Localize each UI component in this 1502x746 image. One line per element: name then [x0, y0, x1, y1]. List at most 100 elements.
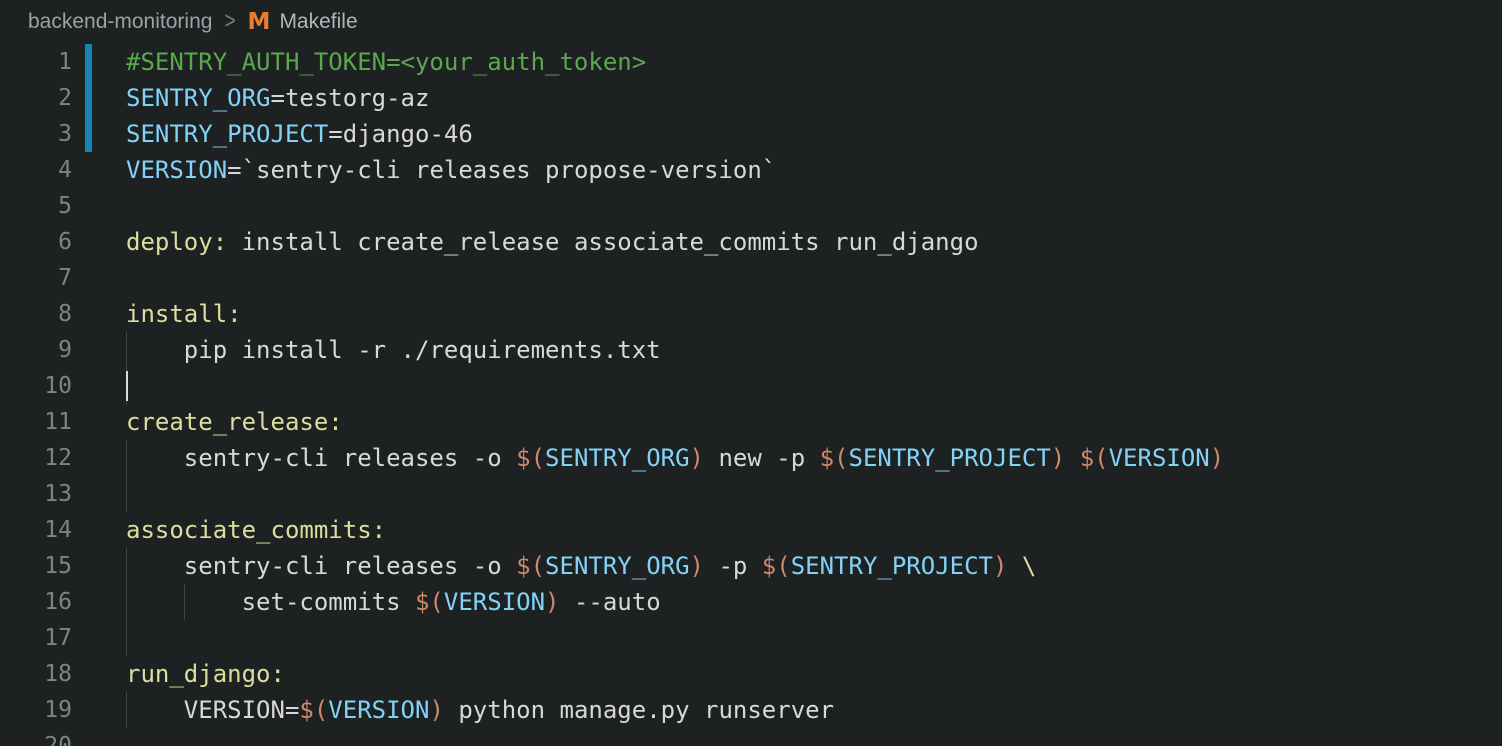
code-line-text[interactable]: SENTRY_ORG=testorg-az: [126, 80, 429, 116]
makefile-icon: M: [248, 9, 271, 35]
line-number[interactable]: 9: [0, 332, 72, 368]
editor-line-11: 11 create_release:: [0, 404, 1502, 440]
line-number[interactable]: 2: [0, 80, 72, 116]
token-variable: SENTRY_ORG: [126, 84, 271, 112]
breadcrumb-folder[interactable]: backend-monitoring: [28, 10, 212, 34]
line-number[interactable]: 17: [0, 620, 72, 656]
text-cursor: [126, 371, 128, 401]
indent-guide: [126, 620, 127, 656]
code-line-text[interactable]: deploy: install create_release associate…: [126, 224, 979, 260]
line-number[interactable]: 1: [0, 44, 72, 80]
editor-line-16: 16 set-commits $(VERSION) --auto: [0, 584, 1502, 620]
token-text: new -p: [704, 444, 820, 472]
token-text: =django-46: [328, 120, 473, 148]
line-number[interactable]: 11: [0, 404, 72, 440]
token-text: sentry-cli releases -o: [126, 552, 516, 580]
token-variable: VERSION: [1109, 444, 1210, 472]
token-text: pip install -r ./requirements.txt: [126, 336, 661, 364]
code-line-text[interactable]: SENTRY_PROJECT=django-46: [126, 116, 473, 152]
token-punct: $(: [1080, 444, 1109, 472]
token-variable: SENTRY_PROJECT: [126, 120, 328, 148]
token-text: =testorg-az: [271, 84, 430, 112]
editor-line-17: 17: [0, 620, 1502, 656]
line-number[interactable]: 14: [0, 512, 72, 548]
token-punct: $(: [516, 444, 545, 472]
token-variable: VERSION: [444, 588, 545, 616]
editor-line-12: 12 sentry-cli releases -o $(SENTRY_ORG) …: [0, 440, 1502, 476]
line-number[interactable]: 15: [0, 548, 72, 584]
editor-line-2: 2 SENTRY_ORG=testorg-az: [0, 80, 1502, 116]
code-line-text[interactable]: VERSION=`sentry-cli releases propose-ver…: [126, 152, 776, 188]
editor-line-4: 4 VERSION=`sentry-cli releases propose-ve…: [0, 152, 1502, 188]
token-text: [1065, 444, 1079, 472]
code-line-text[interactable]: VERSION=$(VERSION) python manage.py runs…: [126, 692, 834, 728]
editor-line-7: 7: [0, 260, 1502, 296]
line-number[interactable]: 20: [0, 728, 72, 746]
token-punct: $(: [762, 552, 791, 580]
token-punct: ): [690, 552, 704, 580]
code-line-text[interactable]: create_release:: [126, 404, 343, 440]
indent-guide: [126, 476, 127, 512]
line-number[interactable]: 16: [0, 584, 72, 620]
token-target: associate_commits:: [126, 516, 386, 544]
editor-line-1: 1 #SENTRY_AUTH_TOKEN=<your_auth_token>: [0, 44, 1502, 80]
code-line-text[interactable]: associate_commits:: [126, 512, 386, 548]
line-number[interactable]: 4: [0, 152, 72, 188]
editor-line-18: 18 run_django:: [0, 656, 1502, 692]
line-number[interactable]: 5: [0, 188, 72, 224]
token-punct: ): [429, 696, 443, 724]
token-punct: ): [545, 588, 559, 616]
line-number[interactable]: 6: [0, 224, 72, 260]
token-text: VERSION=: [126, 696, 299, 724]
line-number[interactable]: 7: [0, 260, 72, 296]
breadcrumb-file-label: Makefile: [279, 10, 357, 34]
editor-line-20: 20: [0, 728, 1502, 746]
token-variable: SENTRY_PROJECT: [791, 552, 993, 580]
chevron-right-icon: >: [224, 8, 235, 36]
token-text: -p: [704, 552, 762, 580]
code-line-text[interactable]: install:: [126, 296, 242, 332]
token-text: sentry-cli releases -o: [126, 444, 516, 472]
token-punct: ): [1051, 444, 1065, 472]
token-target: run_django:: [126, 660, 285, 688]
editor-line-5: 5: [0, 188, 1502, 224]
code-line-text[interactable]: pip install -r ./requirements.txt: [126, 332, 661, 368]
code-line-text[interactable]: sentry-cli releases -o $(SENTRY_ORG) -p …: [126, 548, 1036, 584]
modified-line-indicator: [85, 116, 92, 152]
breadcrumb: backend-monitoring > M Makefile: [0, 0, 1502, 44]
token-text: python manage.py runserver: [444, 696, 834, 724]
token-punct: $(: [299, 696, 328, 724]
line-number[interactable]: 19: [0, 692, 72, 728]
editor-line-8: 8 install:: [0, 296, 1502, 332]
line-number[interactable]: 13: [0, 476, 72, 512]
line-number[interactable]: 3: [0, 116, 72, 152]
token-text: --auto: [560, 588, 661, 616]
token-target: \: [1022, 552, 1036, 580]
editor-line-3: 3 SENTRY_PROJECT=django-46: [0, 116, 1502, 152]
editor-line-15: 15 sentry-cli releases -o $(SENTRY_ORG) …: [0, 548, 1502, 584]
token-text: install create_release associate_commits…: [227, 228, 978, 256]
token-variable: SENTRY_ORG: [545, 444, 690, 472]
line-number[interactable]: 8: [0, 296, 72, 332]
code-line-text[interactable]: #SENTRY_AUTH_TOKEN=<your_auth_token>: [126, 44, 646, 80]
line-number[interactable]: 12: [0, 440, 72, 476]
token-text: set-commits: [126, 588, 415, 616]
editor-line-19: 19 VERSION=$(VERSION) python manage.py r…: [0, 692, 1502, 728]
code-line-text[interactable]: sentry-cli releases -o $(SENTRY_ORG) new…: [126, 440, 1224, 476]
line-number[interactable]: 10: [0, 368, 72, 404]
token-text: [1007, 552, 1021, 580]
token-text: =`sentry-cli releases propose-version`: [227, 156, 776, 184]
breadcrumb-file[interactable]: M Makefile: [248, 9, 358, 35]
token-punct: $(: [516, 552, 545, 580]
line-number[interactable]: 18: [0, 656, 72, 692]
editor-line-9: 9 pip install -r ./requirements.txt: [0, 332, 1502, 368]
token-punct: ): [1210, 444, 1224, 472]
code-line-text[interactable]: run_django:: [126, 656, 285, 692]
code-line-text[interactable]: set-commits $(VERSION) --auto: [126, 584, 661, 620]
token-punct: ): [690, 444, 704, 472]
token-target: create_release:: [126, 408, 343, 436]
editor-line-6: 6 deploy: install create_release associat…: [0, 224, 1502, 260]
modified-line-indicator: [85, 80, 92, 116]
token-variable: SENTRY_ORG: [545, 552, 690, 580]
token-variable: SENTRY_PROJECT: [849, 444, 1051, 472]
